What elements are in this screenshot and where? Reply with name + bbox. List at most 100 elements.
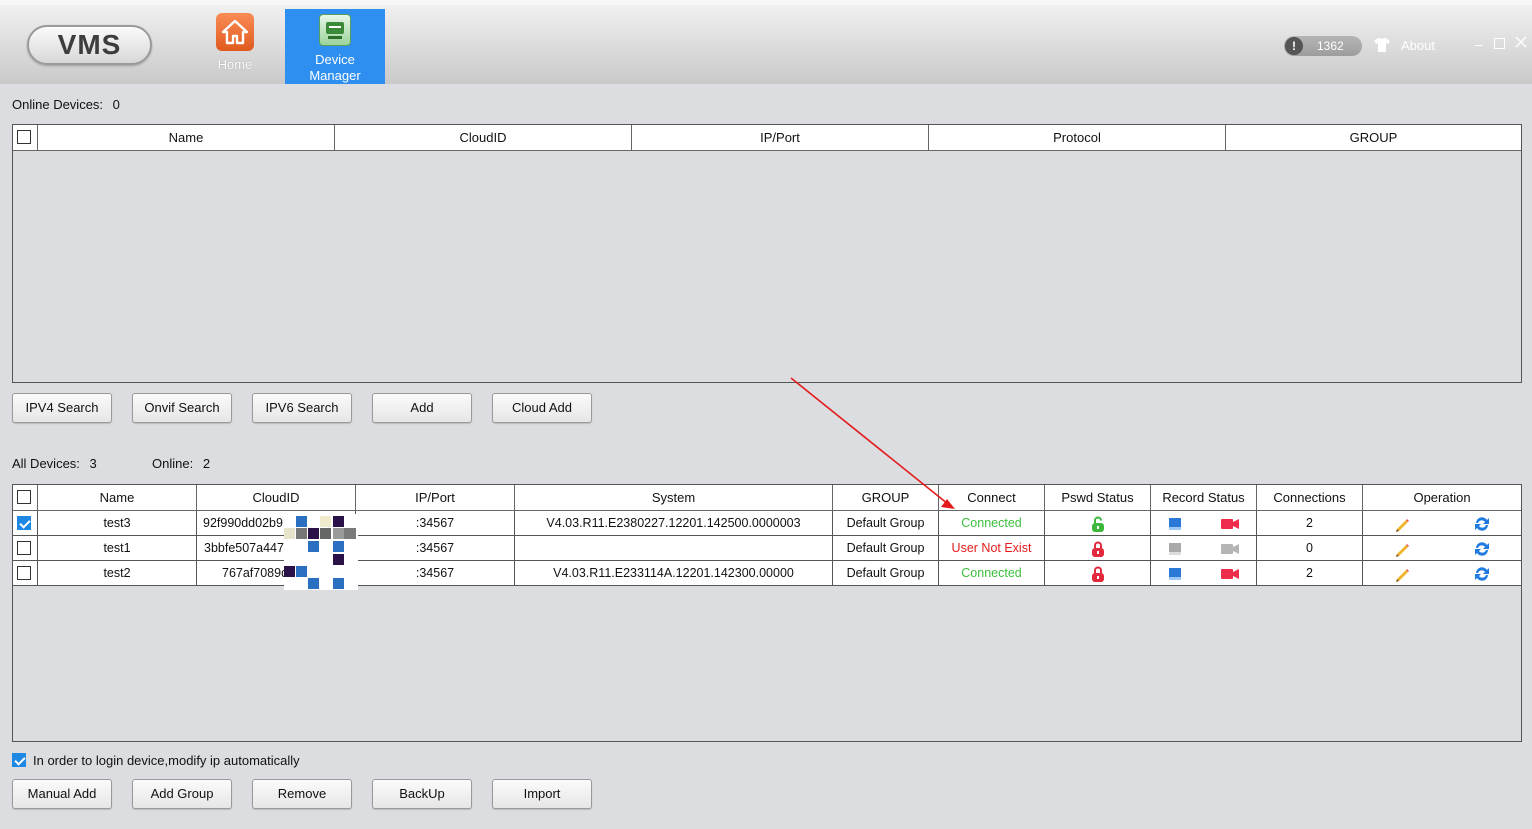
auto-modify-ip-checkbox[interactable] [12, 753, 26, 767]
device-manager-icon [319, 14, 351, 46]
all-devices-count: 3 [89, 456, 97, 471]
all-devices-label: All Devices: [12, 456, 80, 471]
video-camera-icon [1221, 518, 1240, 529]
row-checkbox[interactable] [17, 516, 31, 530]
row-checkbox-cell [13, 561, 38, 586]
column-header-ipport[interactable]: IP/Port [356, 485, 515, 511]
column-header-cloudid[interactable]: CloudID [197, 485, 356, 511]
nav-device-manager-label: Device Manager [309, 52, 361, 83]
edit-pencil-icon[interactable] [1394, 541, 1410, 557]
locked-icon [1091, 541, 1104, 557]
nav-home-label: Home [217, 57, 253, 72]
edit-pencil-icon[interactable] [1394, 516, 1410, 532]
online-select-all-checkbox[interactable] [17, 130, 31, 144]
ipv4-search-button[interactable]: IPV4 Search [12, 393, 112, 423]
column-header-connections[interactable]: Connections [1257, 485, 1363, 511]
shirt-icon [1374, 38, 1390, 52]
column-header-ipport[interactable]: IP/Port [632, 125, 929, 151]
refresh-icon[interactable] [1474, 516, 1490, 532]
refresh-icon[interactable] [1474, 566, 1490, 582]
unlocked-icon [1091, 516, 1104, 532]
video-camera-icon [1221, 568, 1240, 579]
locked-icon [1091, 566, 1104, 582]
column-header-cloudid[interactable]: CloudID [335, 125, 632, 151]
online-devices-count: 0 [112, 97, 120, 112]
storage-icon [1168, 517, 1181, 530]
cell-operation [1363, 561, 1521, 586]
online-devices-header: Name CloudID IP/Port Protocol GROUP [13, 125, 1521, 151]
auto-modify-ip-label: In order to login device,modify ip autom… [33, 753, 300, 768]
all-select-all-checkbox[interactable] [17, 490, 31, 504]
title-bar-top-strip [0, 0, 1532, 5]
online-count: 2 [202, 456, 211, 471]
ipv6-search-button[interactable]: IPV6 Search [252, 393, 352, 423]
about-button[interactable]: About [1373, 37, 1435, 53]
cell-operation [1363, 536, 1521, 561]
row-checkbox-cell [13, 511, 38, 536]
cell-pswd-status [1045, 561, 1151, 586]
row-checkbox[interactable] [17, 541, 31, 555]
cell-name: test1 [38, 536, 197, 561]
video-camera-icon [1221, 543, 1240, 554]
minimize-icon[interactable]: – [1475, 36, 1483, 52]
add-button[interactable]: Add [372, 393, 472, 423]
cell-ipport: :34567 [356, 561, 515, 586]
cell-pswd-status [1045, 536, 1151, 561]
column-header-protocol[interactable]: Protocol [929, 125, 1226, 151]
onvif-search-button[interactable]: Onvif Search [132, 393, 232, 423]
online-summary: Online: 2 [152, 456, 210, 471]
cell-name: test2 [38, 561, 197, 586]
cell-connections: 2 [1257, 561, 1363, 586]
cell-connections: 2 [1257, 511, 1363, 536]
all-devices-table: Name CloudID IP/Port System GROUP Connec… [12, 484, 1522, 742]
cell-pswd-status [1045, 511, 1151, 536]
storage-icon [1168, 542, 1181, 555]
header-checkbox-cell [13, 125, 38, 151]
add-group-button[interactable]: Add Group [132, 779, 232, 809]
notification-count: 1362 [1317, 39, 1344, 53]
cell-ipport: :34567 [356, 536, 515, 561]
close-icon[interactable] [1515, 35, 1527, 51]
column-header-name[interactable]: Name [38, 485, 197, 511]
maximize-icon[interactable] [1494, 36, 1505, 52]
cell-connect-status: Connected [939, 561, 1045, 586]
edit-pencil-icon[interactable] [1394, 566, 1410, 582]
redaction-mosaic [284, 514, 358, 590]
row-checkbox[interactable] [17, 566, 31, 580]
cell-record-status [1151, 561, 1257, 586]
nav-home-button[interactable]: Home [200, 9, 270, 84]
all-devices-summary: All Devices: 3 [12, 456, 97, 471]
storage-icon [1168, 567, 1181, 580]
cell-name: test3 [38, 511, 197, 536]
manual-add-button[interactable]: Manual Add [12, 779, 112, 809]
table-row[interactable]: test1 3bbfe507a447 :34567 Default Group … [13, 536, 1521, 561]
column-header-operation[interactable]: Operation [1363, 485, 1521, 511]
column-header-pswd-status[interactable]: Pswd Status [1045, 485, 1151, 511]
cell-system: V4.03.R11.E233114A.12201.142300.00000 [515, 561, 833, 586]
all-devices-header: Name CloudID IP/Port System GROUP Connec… [13, 485, 1521, 511]
about-label: About [1401, 37, 1435, 53]
refresh-icon[interactable] [1474, 541, 1490, 557]
remove-button[interactable]: Remove [252, 779, 352, 809]
table-row[interactable]: test2 767af7089d :34567 V4.03.R11.E23311… [13, 561, 1521, 586]
column-header-group[interactable]: GROUP [1226, 125, 1521, 151]
import-button[interactable]: Import [492, 779, 592, 809]
online-devices-label: Online Devices: [12, 97, 104, 112]
table-row[interactable]: test3 92f990dd02b9 :34567 V4.03.R11.E238… [13, 511, 1521, 536]
cell-record-status [1151, 511, 1257, 536]
cell-ipport: :34567 [356, 511, 515, 536]
title-bar: VMS Home Device Manager ! 1362 About – [0, 0, 1532, 84]
alert-icon: ! [1285, 37, 1303, 55]
online-devices-summary: Online Devices: 0 [12, 97, 120, 112]
column-header-name[interactable]: Name [38, 125, 335, 151]
cell-operation [1363, 511, 1521, 536]
notification-badge[interactable]: ! 1362 [1284, 36, 1362, 56]
nav-device-manager-button[interactable]: Device Manager [285, 9, 385, 84]
row-checkbox-cell [13, 536, 38, 561]
cell-connections: 0 [1257, 536, 1363, 561]
column-header-record-status[interactable]: Record Status [1151, 485, 1257, 511]
cloud-add-button[interactable]: Cloud Add [492, 393, 592, 423]
backup-button[interactable]: BackUp [372, 779, 472, 809]
cell-group: Default Group [833, 561, 939, 586]
app-logo: VMS [27, 25, 152, 65]
